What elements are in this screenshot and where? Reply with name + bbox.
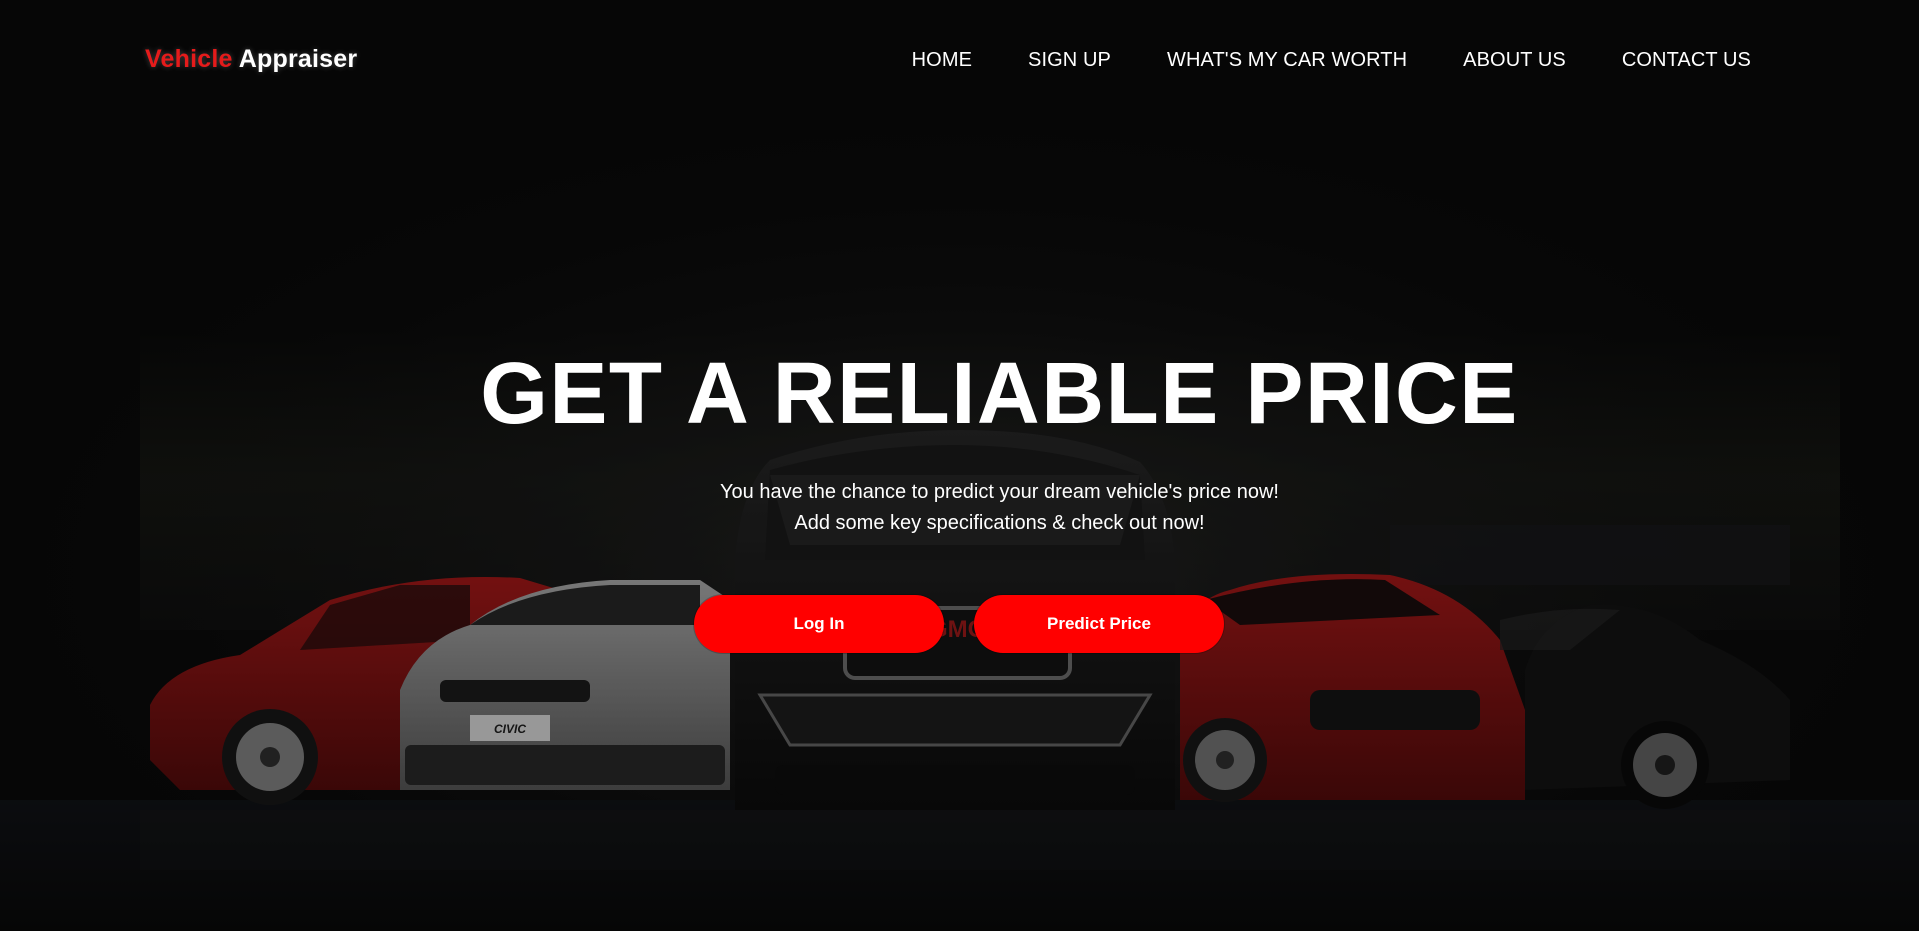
nav-menu: HOME SIGN UP WHAT'S MY CAR WORTH ABOUT U…: [856, 49, 1751, 72]
nav-link-about-us[interactable]: ABOUT US: [1463, 49, 1566, 72]
nav-link-whats-my-car-worth[interactable]: WHAT'S MY CAR WORTH: [1167, 49, 1407, 72]
nav-link-sign-up[interactable]: SIGN UP: [1028, 49, 1111, 72]
logo[interactable]: Vehicle Appraiser: [145, 45, 357, 74]
hero-title: GET A RELIABLE PRICE: [480, 345, 1519, 442]
page: CIVIC GMC Vehicle Appraiser HOME SIGN UP…: [0, 0, 1919, 931]
hero-buttons: Log In Predict Price: [694, 595, 1224, 653]
logo-vehicle-text: Vehicle: [145, 45, 233, 73]
hero-section: GET A RELIABLE PRICE You have the chance…: [0, 350, 1919, 539]
nav-link-contact-us[interactable]: CONTACT US: [1622, 49, 1751, 72]
navbar: Vehicle Appraiser HOME SIGN UP WHAT'S MY…: [0, 0, 1919, 120]
logo-appraiser-text: Appraiser: [238, 45, 358, 73]
nav-link-home[interactable]: HOME: [912, 49, 972, 72]
hero-subtitle-line-2: Add some key specifications & check out …: [794, 512, 1205, 534]
predict-price-button[interactable]: Predict Price: [974, 595, 1224, 653]
login-button[interactable]: Log In: [694, 595, 944, 653]
hero-subtitle-line-1: You have the chance to predict your drea…: [720, 481, 1279, 503]
hero-subtitle: You have the chance to predict your drea…: [40, 477, 1919, 539]
